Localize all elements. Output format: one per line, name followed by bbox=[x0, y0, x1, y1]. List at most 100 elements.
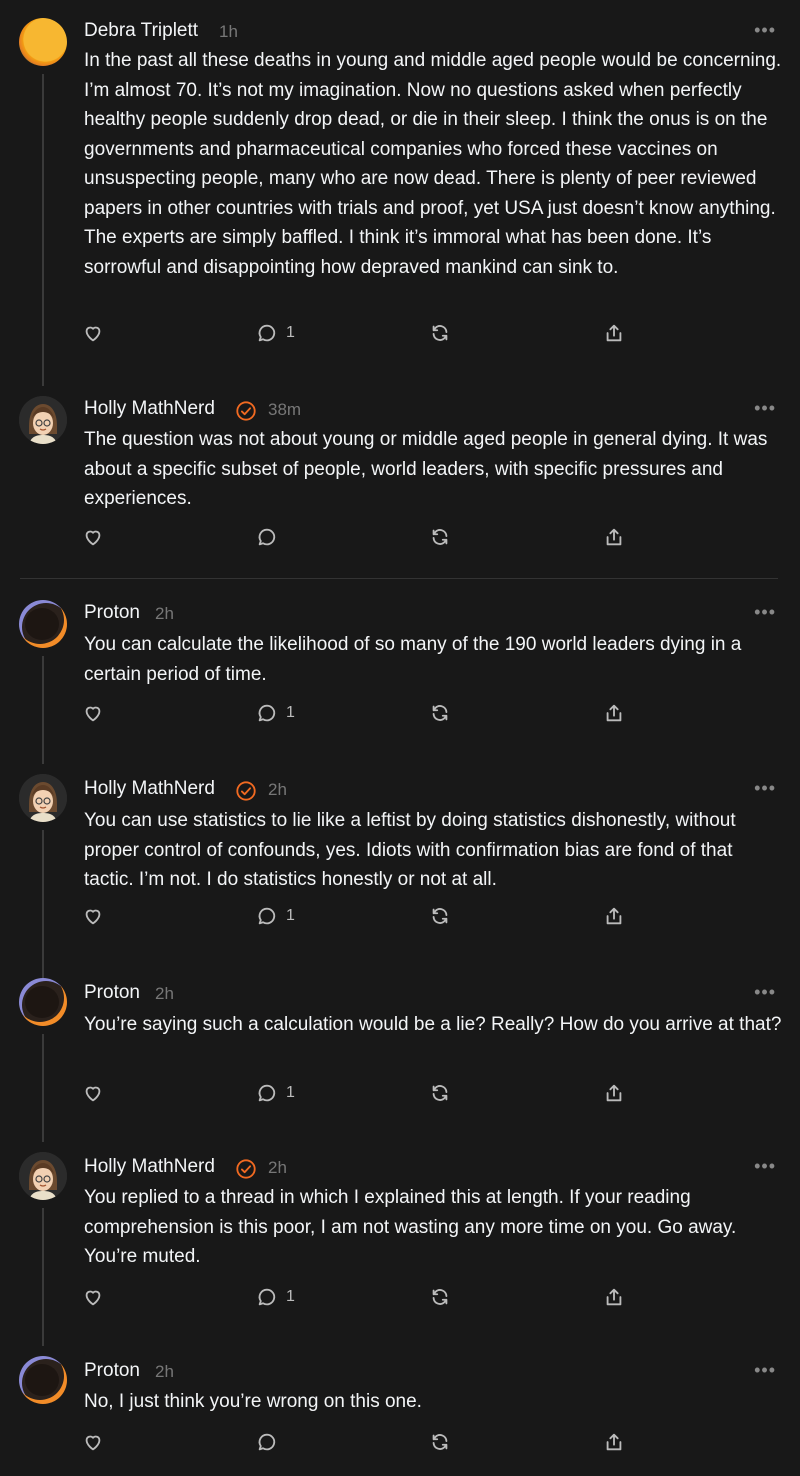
more-options-icon[interactable]: ••• bbox=[754, 778, 776, 799]
like-button[interactable] bbox=[82, 1286, 104, 1308]
share-button[interactable] bbox=[603, 702, 625, 724]
reply-icon bbox=[256, 905, 278, 927]
like-button[interactable] bbox=[82, 1082, 104, 1104]
repost-icon bbox=[429, 526, 451, 548]
share-button[interactable] bbox=[603, 1286, 625, 1308]
share-icon bbox=[603, 702, 625, 724]
reply-count: 1 bbox=[286, 1288, 295, 1305]
share-icon bbox=[603, 526, 625, 548]
post-text: In the past all these deaths in young an… bbox=[84, 50, 782, 278]
repost-button[interactable] bbox=[429, 702, 451, 724]
share-icon bbox=[603, 1286, 625, 1308]
repost-button[interactable] bbox=[429, 905, 451, 927]
more-options-icon[interactable]: ••• bbox=[754, 398, 776, 419]
share-icon bbox=[603, 1431, 625, 1453]
share-icon bbox=[603, 322, 625, 344]
more-options-icon[interactable]: ••• bbox=[754, 20, 776, 41]
thread-line bbox=[42, 1208, 44, 1346]
like-button[interactable] bbox=[82, 905, 104, 927]
like-button[interactable] bbox=[82, 526, 104, 548]
post-actions: 1 bbox=[0, 702, 800, 732]
share-button[interactable] bbox=[603, 905, 625, 927]
verified-badge-icon bbox=[235, 780, 257, 802]
post-time: 2h bbox=[268, 780, 287, 799]
post-text: You’re saying such a calculation would b… bbox=[84, 1014, 782, 1035]
heart-icon bbox=[82, 905, 104, 927]
author-name[interactable]: Proton bbox=[84, 982, 140, 1004]
post-time: 1h bbox=[219, 22, 238, 41]
like-button[interactable] bbox=[82, 322, 104, 344]
author-name[interactable]: Proton bbox=[84, 602, 140, 624]
repost-button[interactable] bbox=[429, 322, 451, 344]
more-options-icon[interactable]: ••• bbox=[754, 1156, 776, 1177]
author-name[interactable]: Proton bbox=[84, 1360, 140, 1382]
repost-button[interactable] bbox=[429, 1286, 451, 1308]
reply-icon bbox=[256, 322, 278, 344]
post-actions: 1 bbox=[0, 905, 800, 935]
repost-icon bbox=[429, 322, 451, 344]
post-time: 2h bbox=[155, 604, 174, 623]
avatar[interactable] bbox=[19, 396, 67, 444]
avatar[interactable] bbox=[19, 18, 67, 66]
reply-button[interactable]: 1 bbox=[256, 702, 295, 724]
post-time: 2h bbox=[268, 1158, 287, 1177]
heart-icon bbox=[82, 526, 104, 548]
reply-icon bbox=[256, 1082, 278, 1104]
reply-button[interactable]: 1 bbox=[256, 1082, 295, 1104]
reply-icon bbox=[256, 1286, 278, 1308]
heart-icon bbox=[82, 322, 104, 344]
more-options-icon[interactable]: ••• bbox=[754, 982, 776, 1003]
author-name[interactable]: Holly MathNerd bbox=[84, 778, 215, 800]
share-icon bbox=[603, 905, 625, 927]
repost-button[interactable] bbox=[429, 1082, 451, 1104]
post-text: No, I just think you’re wrong on this on… bbox=[84, 1391, 422, 1412]
more-options-icon[interactable]: ••• bbox=[754, 602, 776, 623]
post-actions: 1 bbox=[0, 1082, 800, 1112]
post-time: 38m bbox=[268, 400, 302, 419]
post-actions: 1 bbox=[0, 322, 800, 352]
reply-button[interactable] bbox=[256, 526, 278, 548]
reply-count: 1 bbox=[286, 324, 295, 341]
reply-button[interactable]: 1 bbox=[256, 905, 295, 927]
like-button[interactable] bbox=[82, 1431, 104, 1453]
post-text: You can use statistics to lie like a lef… bbox=[84, 810, 736, 890]
repost-button[interactable] bbox=[429, 1431, 451, 1453]
verified-badge-icon bbox=[235, 400, 257, 422]
reply-count: 1 bbox=[286, 1084, 295, 1101]
post-text: You replied to a thread in which I expla… bbox=[84, 1187, 737, 1267]
repost-icon bbox=[429, 702, 451, 724]
reply-icon bbox=[256, 526, 278, 548]
avatar[interactable] bbox=[19, 600, 67, 648]
repost-icon bbox=[429, 1431, 451, 1453]
like-button[interactable] bbox=[82, 702, 104, 724]
share-button[interactable] bbox=[603, 1082, 625, 1104]
divider bbox=[20, 578, 778, 579]
reply-button[interactable]: 1 bbox=[256, 1286, 295, 1308]
author-name[interactable]: Debra Triplett bbox=[84, 20, 198, 42]
avatar[interactable] bbox=[19, 1152, 67, 1200]
share-button[interactable] bbox=[603, 1431, 625, 1453]
repost-button[interactable] bbox=[429, 526, 451, 548]
post-actions bbox=[0, 526, 800, 556]
share-icon bbox=[603, 1082, 625, 1104]
heart-icon bbox=[82, 702, 104, 724]
share-button[interactable] bbox=[603, 526, 625, 548]
reply-icon bbox=[256, 702, 278, 724]
author-name[interactable]: Holly MathNerd bbox=[84, 1156, 215, 1178]
post-time: 2h bbox=[155, 984, 174, 1003]
post-text: You can calculate the likelihood of so m… bbox=[84, 634, 742, 685]
post-text: The question was not about young or midd… bbox=[84, 429, 768, 509]
share-button[interactable] bbox=[603, 322, 625, 344]
author-name[interactable]: Holly MathNerd bbox=[84, 398, 215, 420]
avatar[interactable] bbox=[19, 1356, 67, 1404]
heart-icon bbox=[82, 1082, 104, 1104]
avatar[interactable] bbox=[19, 774, 67, 822]
reply-button[interactable] bbox=[256, 1431, 278, 1453]
reply-button[interactable]: 1 bbox=[256, 322, 295, 344]
reply-count: 1 bbox=[286, 704, 295, 721]
more-options-icon[interactable]: ••• bbox=[754, 1360, 776, 1381]
post-actions: 1 bbox=[0, 1286, 800, 1316]
repost-icon bbox=[429, 1286, 451, 1308]
heart-icon bbox=[82, 1286, 104, 1308]
avatar[interactable] bbox=[19, 978, 67, 1026]
